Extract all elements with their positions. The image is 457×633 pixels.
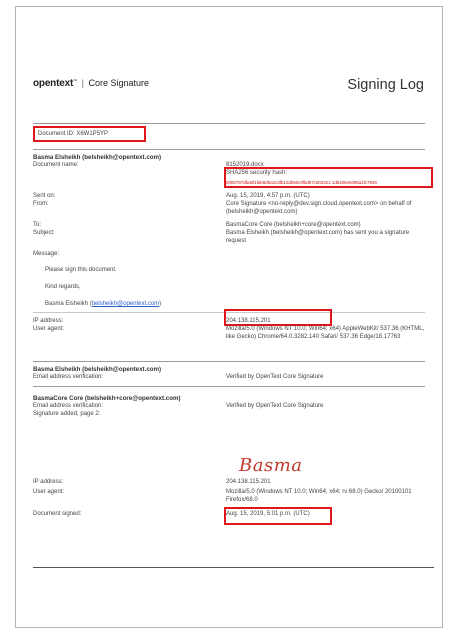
product-name: Core Signature xyxy=(88,78,149,88)
signer-heading: BasmaCore Core (belsheikh+core@opentext.… xyxy=(33,395,181,402)
divider xyxy=(33,361,425,362)
top-divider xyxy=(33,123,425,124)
sha-highlight xyxy=(224,167,433,188)
ip-label: IP address: xyxy=(33,318,64,324)
sent-on-value: Aug. 15, 2019, 4:57 p.m. (UTC) xyxy=(226,193,310,199)
sender-heading: Basma Elsheikh (belsheikh@opentext.com) xyxy=(33,154,162,161)
message-sign-close: ) xyxy=(159,301,162,307)
bottom-divider xyxy=(33,567,434,568)
verify-heading: Basma Elsheikh (belsheikh@opentext.com) xyxy=(33,366,162,373)
message-line: Please sign this document. xyxy=(45,267,117,273)
subject-value: Basma Elsheikh (belsheikh@opentext.com) … xyxy=(226,230,410,244)
signed-label: Document signed: xyxy=(33,511,82,517)
message-sign-name: Basma Elsheikh ( xyxy=(45,301,92,307)
ip-highlight xyxy=(224,309,332,326)
document-id-highlight xyxy=(33,126,146,142)
signer-ua-value: Mozilla/5.0 (Windows NT 10.0; Win64; x64… xyxy=(226,489,412,503)
signed-highlight xyxy=(224,507,332,525)
sent-on-label: Sent on: xyxy=(33,193,56,199)
signer-ua-label: User agent: xyxy=(33,489,65,495)
logo-separator: | xyxy=(81,78,84,88)
signer-ip-label: IP address: xyxy=(33,479,64,485)
trademark: ™ xyxy=(73,78,78,83)
from-value: Core Signature <no-reply@dev.sign.cloud.… xyxy=(226,201,412,215)
subject-label: Subject: xyxy=(33,230,55,236)
email-verify-label: Email address verification: xyxy=(33,374,104,380)
to-value: BasmaCore Core (belsheikh+core@opentext.… xyxy=(226,222,361,228)
brand-name: opentext xyxy=(33,78,74,89)
doc-name-label: Document name: xyxy=(33,162,79,168)
sender-email-link[interactable]: belsheikh@opentext.com xyxy=(92,301,159,307)
from-label: From: xyxy=(33,201,49,207)
handwritten-signature: Basma xyxy=(239,455,303,476)
signer-email-value: Verified by OpenText Core Signature xyxy=(226,403,324,409)
opentext-logo: opentext™ | Core Signature xyxy=(33,78,149,89)
message-line: Kind regards, xyxy=(45,284,81,290)
message-label: Message: xyxy=(33,251,60,257)
divider xyxy=(33,386,425,387)
email-verify-value: Verified by OpenText Core Signature xyxy=(226,374,324,380)
id-divider xyxy=(33,149,425,150)
ua-value: Mozilla/5.0 (Windows NT 10.0; Win64; x64… xyxy=(226,326,425,340)
message-signoff: Basma Elsheikh (belsheikh@opentext.com) xyxy=(45,301,161,307)
to-label: To: xyxy=(33,222,42,228)
signature-label: Signature added, page 2: xyxy=(33,411,101,417)
signer-ip-value: 204.138.115.201 xyxy=(226,479,271,485)
signer-email-label: Email address verification: xyxy=(33,403,104,409)
page-title: Signing Log xyxy=(347,77,424,93)
ua-label: User agent: xyxy=(33,326,65,332)
